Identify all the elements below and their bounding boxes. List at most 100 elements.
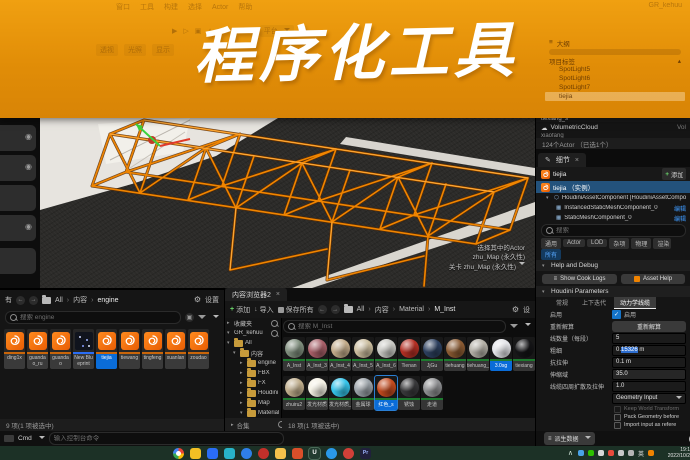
chip-rendering[interactable]: 渲染 [653, 237, 672, 249]
material-tile[interactable]: A_Inst_3 [306, 337, 328, 371]
tree-item-content[interactable]: ▾ 内容 [225, 347, 281, 358]
app-icon-yellow[interactable] [190, 447, 201, 459]
material-tile[interactable]: A_Inst_5 [352, 337, 374, 371]
eye-icon[interactable]: ◉ [25, 163, 32, 171]
tab-dynamic-cable-params[interactable]: 动力学线缆 [614, 296, 657, 309]
material-tile[interactable]: 走道 [421, 376, 443, 410]
panel-row[interactable] [0, 185, 36, 211]
material-tile[interactable]: A_Inst_6 [375, 337, 397, 371]
chip-actor[interactable]: Actor [563, 239, 586, 247]
asset-tile[interactable]: guandao [50, 329, 71, 369]
console-input[interactable] [53, 435, 279, 442]
save-all-button[interactable]: 保存所有 [277, 305, 314, 315]
material-tile[interactable]: A_Inst [283, 337, 305, 371]
folder-icon[interactable] [275, 447, 286, 459]
outliner-row-volumetric-cloud[interactable]: ☁ VolumetricCloud Vol [536, 122, 690, 133]
tray-speaker-icon[interactable] [627, 450, 634, 456]
forward-icon[interactable]: → [330, 305, 340, 314]
add-component-button[interactable]: + 添加 [662, 168, 686, 180]
chip-all[interactable]: 所有 [541, 249, 562, 260]
level-indicator[interactable]: 选择其中的Actor zhu_Map (永久性) 关卡 zhu_Map (永久性… [449, 244, 525, 272]
tray-icon[interactable] [607, 450, 614, 456]
chevron-down-icon[interactable] [38, 435, 45, 442]
asset-tile[interactable]: ding1x [4, 329, 25, 369]
component-row-instanced-mesh[interactable]: ▦ InstancedStaticMeshComponent_0 编辑 [536, 203, 690, 213]
cb2-search-field[interactable] [298, 322, 501, 330]
eye-icon[interactable]: ◉ [25, 223, 32, 231]
taskbar-clock[interactable]: 19:1 2022/10/2 [660, 447, 690, 459]
tray-icon[interactable] [597, 450, 604, 456]
tray-icon-orange[interactable] [648, 450, 654, 456]
search-input[interactable] [5, 311, 181, 324]
chrome-icon[interactable] [173, 447, 184, 459]
geometry-input-dropdown[interactable]: Geometry Input [612, 393, 686, 404]
search-input[interactable] [283, 319, 506, 333]
level-dropdown[interactable]: 关卡 zhu_Map (永久性) [449, 262, 525, 272]
asset-tile[interactable]: guandao_ru [27, 329, 48, 369]
forward-icon[interactable]: → [29, 295, 38, 305]
chip-misc[interactable]: 杂项 [609, 237, 630, 249]
add-button[interactable]: + 添加 [230, 305, 250, 315]
breadcrumb-engine[interactable]: engine [97, 297, 118, 304]
material-tile-selected[interactable]: 红色_s [374, 375, 398, 411]
filter-icon[interactable] [510, 323, 518, 332]
material-tile[interactable]: 发光材质_2 [329, 376, 351, 410]
cmd-selector[interactable]: Cmd [18, 435, 32, 442]
breadcrumb-material[interactable]: Material [399, 306, 424, 313]
tray-icon-wechat[interactable] [587, 450, 594, 456]
breadcrumb-minst[interactable]: M_Inst [434, 306, 455, 313]
search-icon[interactable] [271, 329, 278, 337]
collection-set-row[interactable]: ▾ GR_kehuu [225, 328, 281, 338]
edit-link[interactable]: 编辑 [674, 214, 686, 223]
tab-content-browser-2[interactable]: 内容浏览器2 × [225, 288, 287, 301]
ime-language-indicator[interactable]: 英 [638, 449, 644, 458]
panel-row[interactable] [0, 248, 36, 274]
asset-tile-selected[interactable]: tiejia [96, 329, 117, 369]
app-icon-teal[interactable] [224, 447, 235, 459]
material-tile[interactable]: 3.0sg [490, 337, 512, 371]
panel-row[interactable]: ◉ [0, 125, 36, 151]
tray-monitor-icon[interactable] [617, 450, 624, 456]
app-icon-red-circle[interactable] [258, 447, 269, 459]
tree-item-map[interactable]: ▸ Map [225, 397, 281, 408]
breadcrumb-content[interactable]: 内容 [73, 295, 87, 305]
asset-help-button[interactable]: Asset Help [621, 273, 685, 284]
section-houdini-parameters[interactable]: ▾ Houdini Parameters [536, 286, 690, 297]
material-tile[interactable]: tiexiang [513, 337, 535, 371]
chip-lod[interactable]: LOD [587, 239, 608, 247]
recook-button[interactable]: 重新解算 [612, 320, 686, 332]
close-icon[interactable]: × [575, 157, 579, 164]
breadcrumb-all[interactable]: All [55, 297, 63, 304]
settings-button[interactable]: 设置 [205, 295, 219, 305]
save-all-button[interactable]: 有 [5, 295, 12, 305]
tree-item-houdini[interactable]: ▸ Houdini [225, 387, 281, 398]
chevron-down-icon[interactable] [525, 323, 531, 329]
material-tile[interactable]: A_Inst_4 [329, 337, 351, 371]
search-icon[interactable] [271, 319, 278, 327]
import-button[interactable]: ↓ 导入 [254, 305, 274, 315]
gear-icon[interactable]: ⚙ [194, 296, 201, 304]
spread-input[interactable]: 1.0 [612, 380, 686, 392]
material-tile[interactable]: tiehuang_2 [467, 337, 489, 371]
filter-icon[interactable] [198, 315, 206, 323]
3d-viewport[interactable]: 选择其中的Actor zhu_Map (永久性) 关卡 zhu_Map (永久性… [40, 118, 535, 288]
asset-tile[interactable]: xuanlan [165, 329, 186, 369]
settings-button[interactable]: 设 [523, 305, 530, 315]
app-icon-red-2[interactable] [343, 447, 354, 459]
material-tile[interactable]: 锈蚀 [398, 376, 420, 410]
tree-item-all[interactable]: ▾ All [225, 337, 281, 348]
app-icon-blue-circle[interactable] [241, 447, 252, 459]
app-icon-blue-2[interactable] [326, 447, 337, 459]
section-help-and-debug[interactable]: ▾ Help and Debug [536, 260, 690, 271]
tree-item-engine[interactable]: ▸ engine [225, 357, 281, 368]
asset-tile[interactable]: zoudao [188, 329, 209, 369]
derived-data-button[interactable]: ≡ 派生数据 [544, 432, 595, 445]
pack-geometry-checkbox[interactable] [614, 413, 621, 421]
thickness-input[interactable]: 0.15326 m [612, 344, 686, 356]
material-tile[interactable]: tiehuang [444, 337, 466, 371]
material-tile[interactable]: Tienan [398, 337, 420, 371]
tab-general-params[interactable]: 常规 [550, 297, 574, 308]
eye-icon[interactable]: ◉ [25, 133, 32, 141]
asset-tile[interactable]: tiewang [119, 329, 140, 369]
details-search-field[interactable] [556, 226, 681, 234]
